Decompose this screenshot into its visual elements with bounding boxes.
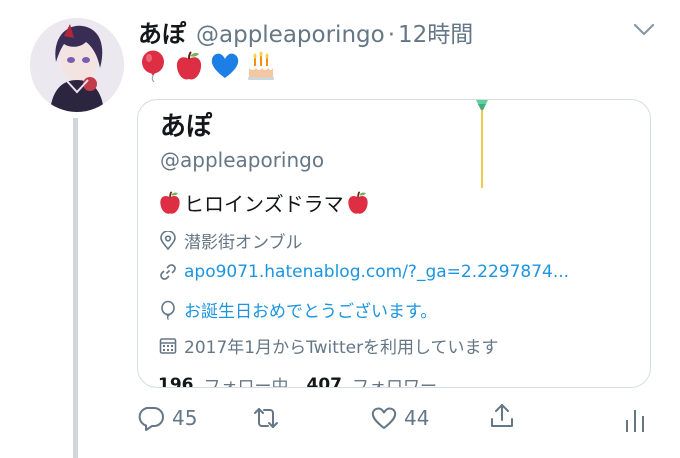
tweet[interactable]: あぽ @appleaporingo · 12時間 あぽ @appleaporin…: [0, 0, 680, 458]
chevron-down-icon[interactable]: [632, 20, 656, 40]
apple-icon: [160, 190, 180, 214]
card-birthday-text[interactable]: お誕生日おめでとうございます。: [184, 297, 437, 322]
avatar-illustration: [30, 18, 124, 112]
reply-button[interactable]: 45: [138, 404, 197, 432]
card-follow-stats: 196 フォロー中 407 フォロワー: [158, 372, 449, 388]
handle[interactable]: @appleaporingo: [196, 22, 385, 48]
card-link[interactable]: apo9071.hatenablog.com/?_ga=2.2297874...: [158, 262, 569, 282]
analytics-button[interactable]: [621, 406, 649, 434]
tweet-header: あぽ @appleaporingo · 12時間: [138, 14, 473, 50]
avatar[interactable]: [30, 18, 124, 112]
link-icon: [160, 264, 176, 280]
location-pin-icon: [160, 230, 176, 250]
apple-icon: [347, 190, 368, 214]
following-label[interactable]: フォロー中: [204, 372, 289, 387]
balloon-string-decoration: [476, 100, 488, 188]
card-display-name[interactable]: あぽ: [160, 106, 212, 143]
balloon-outline-icon: [161, 300, 175, 320]
card-bio: ヒロインズドラマ: [158, 188, 370, 217]
reply-count: 45: [172, 406, 198, 430]
card-birthday[interactable]: お誕生日おめでとうございます。: [158, 297, 437, 322]
timestamp[interactable]: 12時間: [398, 15, 473, 49]
tweet-actions: 45 44: [0, 400, 680, 440]
followers-label[interactable]: フォロワー: [352, 372, 437, 387]
card-handle[interactable]: @appleaporingo: [160, 148, 324, 172]
profile-card[interactable]: あぽ @appleaporingo ヒロインズドラマ 潜影街オンブル apo90…: [137, 99, 651, 388]
share-button[interactable]: [488, 402, 516, 430]
like-button[interactable]: 44: [370, 404, 429, 432]
calendar-icon: [159, 337, 177, 354]
card-bio-text: ヒロインズドラマ: [184, 192, 344, 216]
card-joined: 2017年1月からTwitterを利用しています: [158, 333, 499, 358]
heart-icon: [371, 407, 397, 429]
reply-icon: [138, 406, 164, 431]
balloon-icon: [142, 50, 164, 82]
followers-count[interactable]: 407: [307, 375, 343, 388]
like-count: 44: [404, 406, 430, 430]
retweet-icon: [254, 408, 278, 428]
card-joined-text: 2017年1月からTwitterを利用しています: [184, 338, 499, 358]
blue-heart-icon: [211, 53, 239, 78]
share-icon: [491, 404, 513, 427]
card-location: 潜影街オンブル: [158, 228, 303, 253]
apple-icon: [176, 51, 202, 80]
card-location-text: 潜影街オンブル: [184, 233, 303, 253]
retweet-button[interactable]: [252, 404, 280, 432]
analytics-icon: [626, 410, 644, 432]
birthday-cake-icon: [248, 51, 274, 80]
separator-dot: ·: [387, 22, 396, 48]
tweet-text: [138, 50, 276, 82]
following-count[interactable]: 196: [158, 375, 194, 388]
display-name[interactable]: あぽ: [138, 14, 186, 49]
card-link-text[interactable]: apo9071.hatenablog.com/?_ga=2.2297874...: [184, 262, 569, 282]
